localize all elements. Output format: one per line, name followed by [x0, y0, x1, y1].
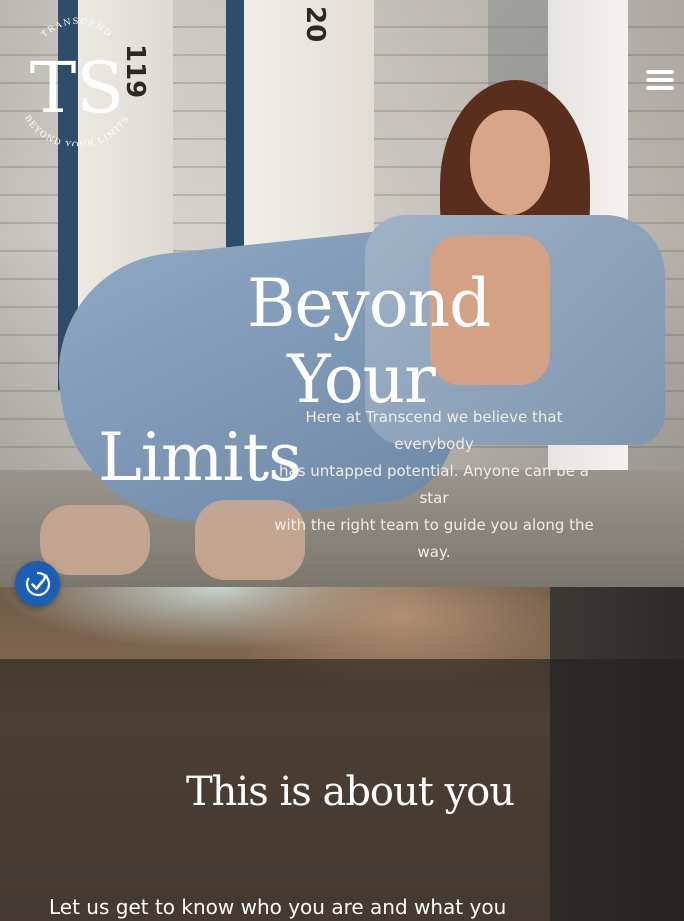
model-face	[470, 110, 550, 215]
about-section: This is about you Let us get to know who…	[0, 587, 684, 921]
logo-monogram: TS	[30, 47, 125, 129]
consent-check-icon	[25, 571, 50, 596]
menu-bar	[646, 70, 674, 74]
logo-top-text: TRANSCEND	[40, 17, 113, 40]
consent-settings-button[interactable]	[15, 561, 60, 606]
door-number-right: 20	[300, 6, 330, 43]
hero-title-line-1: Beyond	[247, 265, 491, 342]
hero-description-line: with the right team to guide you along t…	[274, 516, 594, 561]
hero-description-line: has untapped potential. Anyone can be a …	[279, 462, 589, 507]
about-text: Let us get to know who you are and what …	[49, 895, 507, 919]
logo-mark: TRANSCEND TS BEYOND YOUR LIMITS	[22, 17, 131, 151]
about-title: This is about you	[185, 769, 515, 815]
hero-description: Here at Transcend we believe that everyb…	[268, 404, 600, 566]
hamburger-menu-icon[interactable]	[646, 70, 674, 94]
model-shoe-left	[40, 505, 150, 575]
svg-text:TRANSCEND: TRANSCEND	[40, 17, 114, 40]
hero-section: 119 20 TRANSCEND TS BEYOND YOUR LIMITS	[0, 0, 684, 587]
hero-description-line: Here at Transcend we believe that everyb…	[305, 408, 563, 453]
menu-bar	[646, 86, 674, 90]
site-logo[interactable]: TRANSCEND TS BEYOND YOUR LIMITS	[18, 16, 136, 151]
menu-bar	[646, 78, 674, 82]
